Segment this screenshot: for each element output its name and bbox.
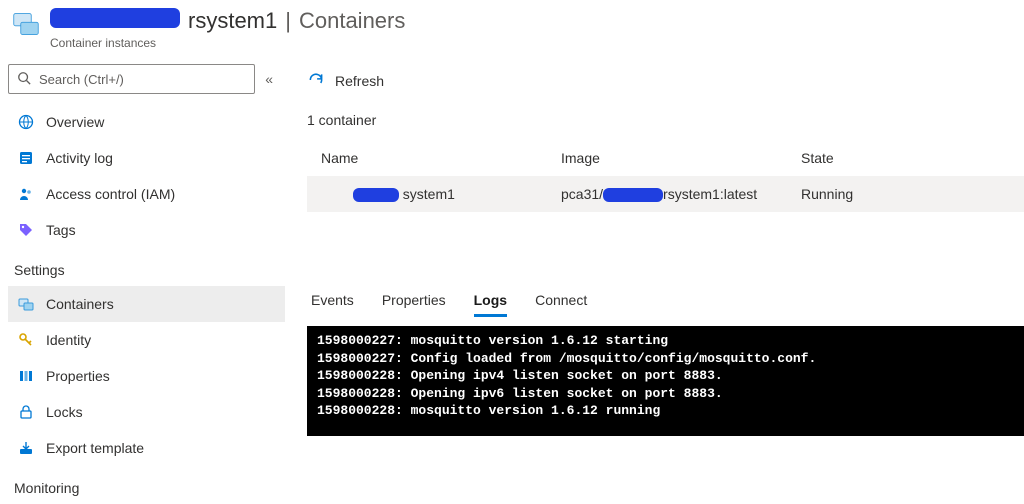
sidebar-item-label: Access control (IAM) <box>46 186 175 202</box>
refresh-label: Refresh <box>335 73 384 89</box>
people-icon <box>18 186 34 202</box>
sidebar-item-tags[interactable]: Tags <box>8 212 285 248</box>
search-placeholder: Search (Ctrl+/) <box>39 72 124 87</box>
sidebar-item-label: Overview <box>46 114 104 130</box>
sidebar-item-locks[interactable]: Locks <box>8 394 285 430</box>
log-line: 1598000227: mosquitto version 1.6.12 sta… <box>317 333 668 348</box>
log-line: 1598000228: Opening ipv6 listen socket o… <box>317 386 723 401</box>
title-separator: | <box>285 8 291 34</box>
col-state: State <box>801 150 1010 166</box>
redacted-name <box>353 188 399 202</box>
sidebar-item-overview[interactable]: Overview <box>8 104 285 140</box>
cell-image: pca31/rsystem1:latest <box>561 186 801 202</box>
table-header: Name Image State <box>307 140 1024 176</box>
log-line: 1598000228: mosquitto version 1.6.12 run… <box>317 403 660 418</box>
sidebar-item-label: Properties <box>46 368 110 384</box>
container-count: 1 container <box>307 112 1024 128</box>
tab-logs[interactable]: Logs <box>474 292 507 317</box>
search-icon <box>17 71 31 88</box>
page-subtitle: Container instances <box>50 36 405 50</box>
collapse-sidebar-button[interactable]: « <box>265 71 277 87</box>
sidebar-section-monitoring: Monitoring <box>8 466 285 504</box>
log-line: 1598000228: Opening ipv4 listen socket o… <box>317 368 723 383</box>
page-title: rsystem1 | Containers <box>50 8 405 34</box>
sidebar-item-containers[interactable]: Containers <box>8 286 285 322</box>
redacted-resource-name <box>50 8 180 28</box>
page-header: rsystem1 | Containers Container instance… <box>0 0 1024 56</box>
detail-tabs: Events Properties Logs Connect <box>307 292 1024 326</box>
redacted-image <box>603 188 663 202</box>
logs-console[interactable]: 1598000227: mosquitto version 1.6.12 sta… <box>307 326 1024 436</box>
container-instances-icon <box>12 10 40 38</box>
refresh-button[interactable]: Refresh <box>307 66 1024 96</box>
sidebar-item-activity-log[interactable]: Activity log <box>8 140 285 176</box>
tag-icon <box>18 222 34 238</box>
tab-connect[interactable]: Connect <box>535 292 587 317</box>
sidebar: Search (Ctrl+/) « Overview Activity log … <box>0 56 285 498</box>
sidebar-item-label: Activity log <box>46 150 113 166</box>
key-icon <box>18 332 34 348</box>
sidebar-item-label: Export template <box>46 440 144 456</box>
sidebar-item-access-control[interactable]: Access control (IAM) <box>8 176 285 212</box>
search-input[interactable]: Search (Ctrl+/) <box>8 64 255 94</box>
export-icon <box>18 440 34 456</box>
sidebar-section-settings: Settings <box>8 248 285 286</box>
col-name: Name <box>321 150 561 166</box>
refresh-icon <box>307 71 325 92</box>
lock-icon <box>18 404 34 420</box>
tab-properties[interactable]: Properties <box>382 292 446 317</box>
resource-name-suffix: rsystem1 <box>188 8 277 34</box>
cell-name: system1 <box>321 186 561 202</box>
log-line: 1598000227: Config loaded from /mosquitt… <box>317 351 816 366</box>
main-panel: Refresh 1 container Name Image State sys… <box>285 56 1024 498</box>
sidebar-item-identity[interactable]: Identity <box>8 322 285 358</box>
col-image: Image <box>561 150 801 166</box>
sidebar-item-label: Identity <box>46 332 91 348</box>
sidebar-item-label: Tags <box>46 222 76 238</box>
containers-icon <box>18 296 34 312</box>
sidebar-item-label: Locks <box>46 404 83 420</box>
cell-state: Running <box>801 186 1010 202</box>
properties-icon <box>18 368 34 384</box>
sidebar-item-export-template[interactable]: Export template <box>8 430 285 466</box>
table-row[interactable]: system1 pca31/rsystem1:latest Running <box>307 176 1024 212</box>
globe-icon <box>18 114 34 130</box>
log-icon <box>18 150 34 166</box>
sidebar-item-label: Containers <box>46 296 114 312</box>
tab-events[interactable]: Events <box>311 292 354 317</box>
sidebar-item-properties[interactable]: Properties <box>8 358 285 394</box>
title-page: Containers <box>299 8 405 34</box>
